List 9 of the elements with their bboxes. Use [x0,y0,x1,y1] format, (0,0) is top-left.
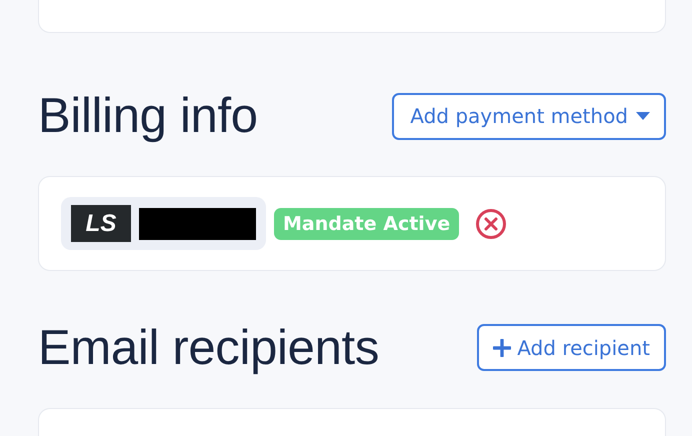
section-title: Billing info [38,88,258,144]
remove-button[interactable] [475,208,508,240]
status-badge: Mandate Active [274,208,460,240]
close-icon [475,208,508,240]
add-payment-method-button[interactable]: Add payment method [392,92,666,140]
section-title: Email recipients [38,320,380,376]
add-recipient-button[interactable]: Add recipient [477,324,666,372]
plus-icon [493,338,512,357]
bank-logo: LS [71,205,131,242]
